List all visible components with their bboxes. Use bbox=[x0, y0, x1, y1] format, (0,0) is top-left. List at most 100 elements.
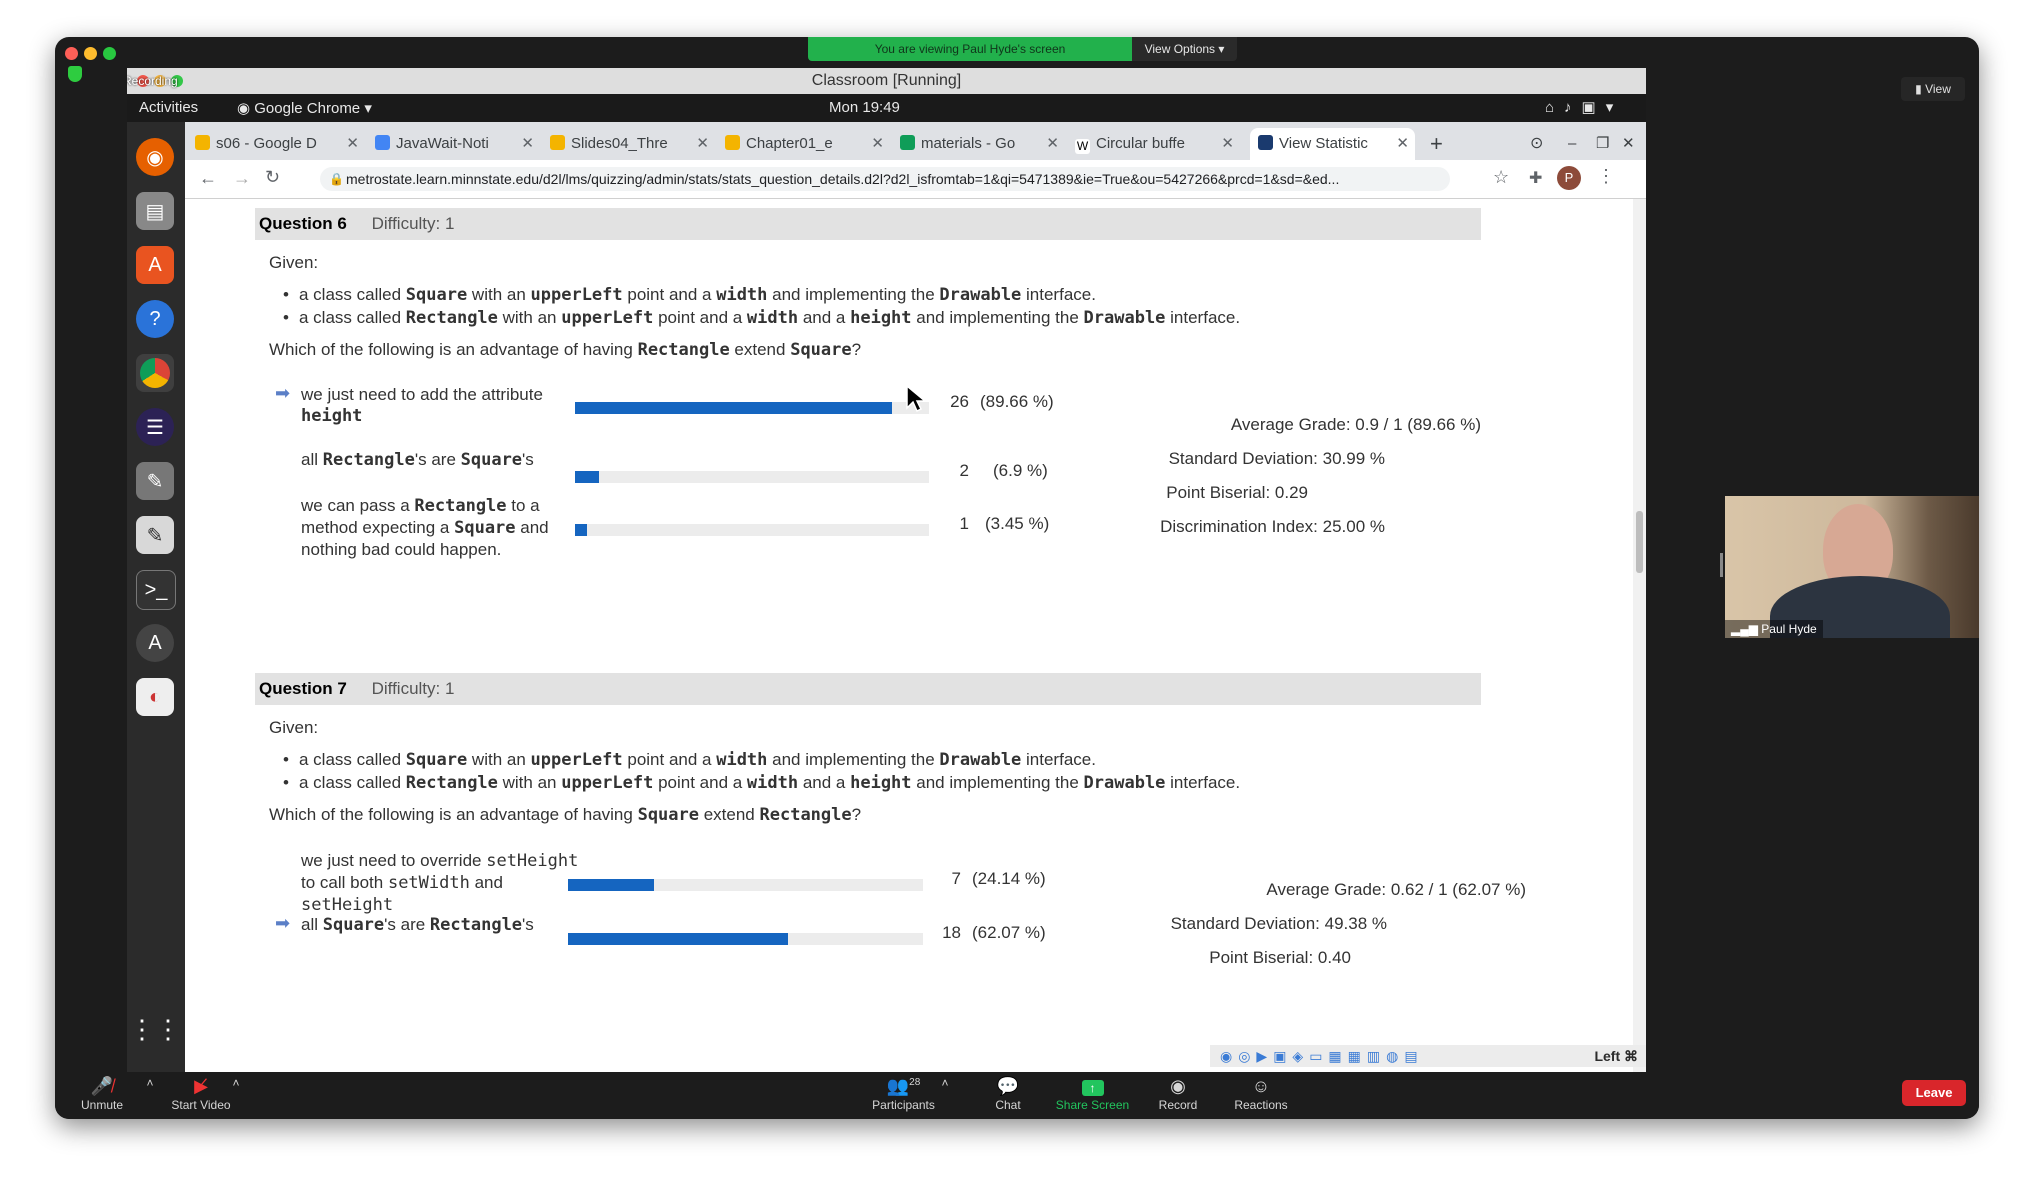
tab-search-icon[interactable]: ⊙ bbox=[1530, 128, 1554, 160]
tab-label: Circular buffe bbox=[1096, 135, 1185, 152]
tab-circular-buffer[interactable]: W Circular buffe ✕ bbox=[1075, 128, 1240, 160]
chat-button[interactable]: 💬 Chat bbox=[978, 1076, 1038, 1112]
close-icon[interactable]: ✕ bbox=[696, 128, 709, 160]
view-button-label: View bbox=[1925, 82, 1951, 96]
answer-percent: (24.14 %) bbox=[972, 869, 1046, 888]
participant-video[interactable]: ▂▄▆ Paul Hyde bbox=[1725, 496, 1979, 638]
resize-handle[interactable] bbox=[1720, 553, 1723, 577]
answer-bar bbox=[575, 524, 929, 536]
close-icon[interactable]: ✕ bbox=[346, 128, 359, 160]
answer-bar bbox=[568, 933, 923, 945]
system-tray-icons[interactable]: ⌂♪▣▾ bbox=[1545, 98, 1623, 116]
firefox-icon[interactable]: ◉ bbox=[136, 138, 174, 176]
question-prompt: Which of the following is an advantage o… bbox=[269, 805, 862, 825]
answer-bar-fill bbox=[575, 402, 893, 414]
close-browser-icon[interactable]: ✕ bbox=[1622, 128, 1646, 160]
updater-icon[interactable]: A bbox=[136, 624, 174, 662]
reactions-icon: ☺ bbox=[1251, 1076, 1271, 1096]
page-scrollbar[interactable] bbox=[1633, 199, 1646, 1072]
app-menu[interactable]: ◉ Google Chrome ▾ bbox=[237, 99, 372, 117]
leave-button[interactable]: Leave bbox=[1902, 1080, 1966, 1106]
tab-chapter01[interactable]: Chapter01_e ✕ bbox=[725, 128, 890, 160]
drive-icon bbox=[900, 135, 915, 150]
help-icon[interactable]: ? bbox=[136, 300, 174, 338]
terminal-icon[interactable]: >_ bbox=[136, 570, 176, 610]
vm-device-icons[interactable]: ◉◎▶▣◈▭▦▦▥◍▤ bbox=[1220, 1048, 1424, 1064]
close-icon[interactable]: ✕ bbox=[1046, 128, 1059, 160]
menu-icon[interactable]: ⋮ bbox=[1597, 166, 1615, 187]
question-number: Question 6 bbox=[259, 214, 347, 233]
activities-button[interactable]: Activities bbox=[139, 99, 198, 116]
software-icon[interactable]: A bbox=[136, 246, 174, 284]
microphone-muted-icon: 🎤̸ bbox=[90, 1076, 114, 1096]
share-screen-icon: ↑ bbox=[1045, 1076, 1140, 1098]
standard-deviation: Standard Deviation: 30.99 % bbox=[1168, 449, 1385, 468]
chrome-icon[interactable] bbox=[136, 354, 174, 392]
video-options-chevron-icon[interactable]: ˄ bbox=[227, 1076, 245, 1090]
image-viewer-icon[interactable]: ✎ bbox=[136, 462, 174, 500]
unmute-label: Unmute bbox=[80, 1098, 124, 1112]
show-apps-icon[interactable]: ⋮⋮ bbox=[129, 1010, 181, 1048]
record-button[interactable]: ◉ Record bbox=[1148, 1076, 1208, 1112]
bookmark-star-icon[interactable]: ☆ bbox=[1493, 167, 1509, 188]
view-button[interactable]: ▮ View bbox=[1901, 77, 1965, 101]
answer-bar bbox=[568, 879, 923, 891]
files-icon[interactable]: ▤ bbox=[136, 192, 174, 230]
tab-view-statistics[interactable]: View Statistic ✕ bbox=[1250, 128, 1415, 160]
share-screen-button[interactable]: ↑ Share Screen bbox=[1045, 1076, 1140, 1112]
profile-avatar[interactable]: P bbox=[1557, 166, 1581, 190]
question-number: Question 7 bbox=[259, 679, 347, 698]
participants-button[interactable]: 👥28 Participants bbox=[861, 1076, 946, 1112]
close-icon[interactable]: ✕ bbox=[1396, 128, 1409, 160]
reactions-button[interactable]: ☺ Reactions bbox=[1221, 1076, 1301, 1112]
minimize-window-button[interactable] bbox=[84, 47, 97, 60]
close-icon[interactable]: ✕ bbox=[871, 128, 884, 160]
reload-icon[interactable]: ↻ bbox=[265, 167, 280, 188]
given-label: Given: bbox=[269, 718, 319, 737]
lock-icon: 🔒 bbox=[329, 172, 344, 186]
tab-s06[interactable]: s06 - Google D ✕ bbox=[195, 128, 365, 160]
tab-javawait[interactable]: JavaWait-Noti ✕ bbox=[375, 128, 540, 160]
view-options-button[interactable]: View Options ▾ bbox=[1132, 37, 1237, 61]
new-tab-button[interactable]: + bbox=[1430, 128, 1454, 160]
tab-materials[interactable]: materials - Go ✕ bbox=[900, 128, 1065, 160]
question-header: Question 6 Difficulty: 1 bbox=[255, 208, 1481, 240]
address-bar[interactable]: 🔒 metrostate.learn.minnstate.edu/d2l/lms/… bbox=[320, 167, 1450, 191]
chat-icon: 💬 bbox=[996, 1076, 1020, 1096]
settings-icon[interactable]: ◐ bbox=[136, 678, 174, 716]
url-text: metrostate.learn.minnstate.edu/d2l/lms/q… bbox=[346, 171, 1340, 187]
eclipse-icon[interactable]: ☰ bbox=[136, 408, 174, 446]
chat-label: Chat bbox=[995, 1098, 1021, 1112]
close-icon[interactable]: ✕ bbox=[1221, 128, 1234, 160]
unmute-button[interactable]: 🎤̸ Unmute bbox=[67, 1076, 137, 1112]
point-biserial: Point Biserial: 0.29 bbox=[1166, 483, 1308, 502]
close-window-button[interactable] bbox=[65, 47, 78, 60]
question-statistics-page: Question 6 Difficulty: 1 Given: a class … bbox=[185, 199, 1633, 1072]
participants-label: Participants bbox=[872, 1098, 935, 1112]
back-icon[interactable]: ← bbox=[199, 168, 217, 189]
restore-icon[interactable]: ❐ bbox=[1596, 128, 1620, 160]
wikipedia-icon: W bbox=[1075, 139, 1090, 154]
answer-count: 7 bbox=[951, 869, 961, 888]
reactions-label: Reactions bbox=[1234, 1098, 1288, 1112]
recording-label: Recording bbox=[127, 74, 178, 88]
chrome-toolbar: ← → ↻ 🔒 metrostate.learn.minnstate.edu/d2… bbox=[185, 160, 1646, 199]
answer-percent: (89.66 %) bbox=[980, 392, 1054, 411]
fullscreen-window-button[interactable] bbox=[103, 47, 116, 60]
extensions-icon[interactable]: ✚ bbox=[1529, 168, 1542, 188]
text-editor-icon[interactable]: ✎ bbox=[136, 516, 174, 554]
tab-label: JavaWait-Noti bbox=[396, 135, 489, 152]
clock[interactable]: Mon 19:49 bbox=[829, 99, 900, 116]
given-bullet: a class called Rectangle with an upperLe… bbox=[283, 308, 1240, 328]
discrimination-index: Discrimination Index: 25.00 % bbox=[1160, 517, 1385, 536]
minimize-icon[interactable]: – bbox=[1568, 128, 1592, 160]
tab-slides04[interactable]: Slides04_Thre ✕ bbox=[550, 128, 715, 160]
scrollbar-thumb[interactable] bbox=[1636, 511, 1643, 573]
view-options-label: View Options bbox=[1144, 42, 1216, 56]
vm-titlebar: Recording Classroom [Running] bbox=[127, 68, 1646, 94]
forward-icon[interactable]: → bbox=[233, 168, 251, 189]
question-difficulty: Difficulty: 1 bbox=[371, 679, 455, 698]
close-icon[interactable]: ✕ bbox=[521, 128, 534, 160]
tab-label: Slides04_Thre bbox=[571, 135, 668, 152]
participants-chevron-icon[interactable]: ˄ bbox=[936, 1076, 954, 1090]
